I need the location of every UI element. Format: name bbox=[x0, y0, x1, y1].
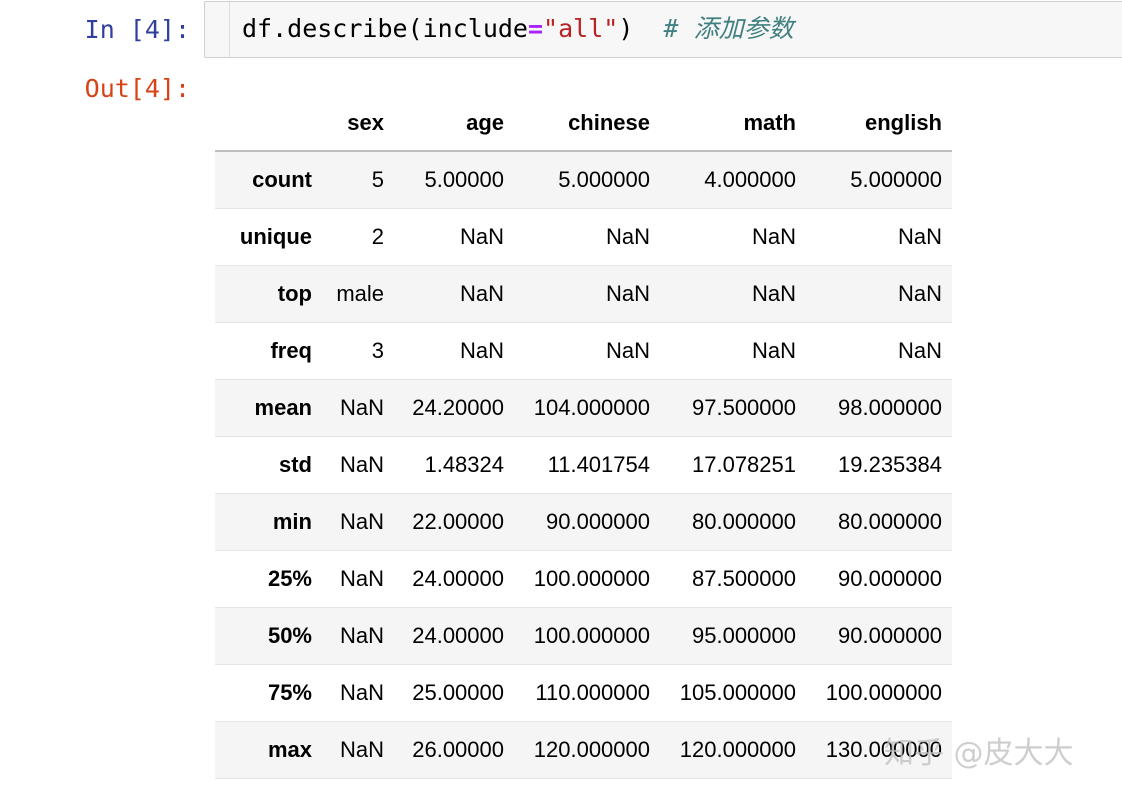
code-line[interactable]: df.describe(include="all") # 添加参数 bbox=[242, 14, 794, 44]
table-cell: NaN bbox=[322, 380, 394, 437]
table-cell: 4.000000 bbox=[660, 151, 806, 209]
row-label: 25% bbox=[215, 551, 322, 608]
table-cell: 3 bbox=[322, 323, 394, 380]
table-cell: NaN bbox=[514, 266, 660, 323]
table-cell: NaN bbox=[394, 323, 514, 380]
input-prompt: In [4]: bbox=[0, 15, 190, 44]
table-cell: 120.000000 bbox=[660, 722, 806, 779]
code-paren: ) bbox=[618, 14, 633, 43]
table-cell: NaN bbox=[322, 722, 394, 779]
table-row: min NaN 22.00000 90.000000 80.000000 80.… bbox=[215, 494, 952, 551]
table-cell: 24.00000 bbox=[394, 608, 514, 665]
row-label: max bbox=[215, 722, 322, 779]
table-cell: 104.000000 bbox=[514, 380, 660, 437]
table-row: mean NaN 24.20000 104.000000 97.500000 9… bbox=[215, 380, 952, 437]
table-cell: 1.48324 bbox=[394, 437, 514, 494]
table-cell: NaN bbox=[660, 323, 806, 380]
table-cell: 90.000000 bbox=[806, 551, 952, 608]
dataframe-table: sex age chinese math english count 5 5.0… bbox=[215, 96, 952, 779]
row-label: min bbox=[215, 494, 322, 551]
table-row: max NaN 26.00000 120.000000 120.000000 1… bbox=[215, 722, 952, 779]
header-cell-english: english bbox=[806, 96, 952, 151]
table-cell: 22.00000 bbox=[394, 494, 514, 551]
table-cell: NaN bbox=[394, 209, 514, 266]
code-call: df.describe(include bbox=[242, 14, 528, 43]
row-label: top bbox=[215, 266, 322, 323]
table-cell: 11.401754 bbox=[514, 437, 660, 494]
table-cell: 100.000000 bbox=[514, 551, 660, 608]
table-cell: 110.000000 bbox=[514, 665, 660, 722]
table-cell: NaN bbox=[514, 209, 660, 266]
table-row: freq 3 NaN NaN NaN NaN bbox=[215, 323, 952, 380]
table-cell: NaN bbox=[322, 494, 394, 551]
header-cell-chinese: chinese bbox=[514, 96, 660, 151]
header-cell-math: math bbox=[660, 96, 806, 151]
table-cell: 5.00000 bbox=[394, 151, 514, 209]
table-cell: 5 bbox=[322, 151, 394, 209]
table-cell: NaN bbox=[394, 266, 514, 323]
table-row: 25% NaN 24.00000 100.000000 87.500000 90… bbox=[215, 551, 952, 608]
table-cell: 97.500000 bbox=[660, 380, 806, 437]
table-row: count 5 5.00000 5.000000 4.000000 5.0000… bbox=[215, 151, 952, 209]
table-cell: 25.00000 bbox=[394, 665, 514, 722]
table-cell: 120.000000 bbox=[514, 722, 660, 779]
table-cell: 105.000000 bbox=[660, 665, 806, 722]
table-cell: NaN bbox=[806, 209, 952, 266]
table-cell: 100.000000 bbox=[514, 608, 660, 665]
table-cell: 90.000000 bbox=[514, 494, 660, 551]
table-cell: NaN bbox=[322, 608, 394, 665]
header-cell-age: age bbox=[394, 96, 514, 151]
row-label: freq bbox=[215, 323, 322, 380]
table-cell: 5.000000 bbox=[806, 151, 952, 209]
table-cell: 24.00000 bbox=[394, 551, 514, 608]
table-row: 75% NaN 25.00000 110.000000 105.000000 1… bbox=[215, 665, 952, 722]
table-cell: NaN bbox=[322, 551, 394, 608]
table-cell: 24.20000 bbox=[394, 380, 514, 437]
table-cell: 26.00000 bbox=[394, 722, 514, 779]
code-spacer bbox=[633, 14, 663, 43]
watermark: 知乎 @皮大大 bbox=[884, 728, 1074, 772]
table-row: top male NaN NaN NaN NaN bbox=[215, 266, 952, 323]
header-cell-sex: sex bbox=[322, 96, 394, 151]
cell-gutter bbox=[229, 2, 230, 57]
code-operator: = bbox=[528, 14, 543, 43]
row-label: mean bbox=[215, 380, 322, 437]
table-cell: 19.235384 bbox=[806, 437, 952, 494]
table-cell: male bbox=[322, 266, 394, 323]
table-row: unique 2 NaN NaN NaN NaN bbox=[215, 209, 952, 266]
output-prompt: Out[4]: bbox=[0, 74, 190, 103]
table-cell: 80.000000 bbox=[806, 494, 952, 551]
code-string: "all" bbox=[543, 14, 618, 43]
row-label: count bbox=[215, 151, 322, 209]
table-cell: 5.000000 bbox=[514, 151, 660, 209]
table-row: std NaN 1.48324 11.401754 17.078251 19.2… bbox=[215, 437, 952, 494]
row-label: 75% bbox=[215, 665, 322, 722]
table-cell: 17.078251 bbox=[660, 437, 806, 494]
table-row: 50% NaN 24.00000 100.000000 95.000000 90… bbox=[215, 608, 952, 665]
table-cell: NaN bbox=[322, 437, 394, 494]
code-input-cell[interactable]: df.describe(include="all") # 添加参数 bbox=[204, 1, 1122, 58]
table-cell: NaN bbox=[806, 323, 952, 380]
table-cell: NaN bbox=[322, 665, 394, 722]
table-cell: NaN bbox=[514, 323, 660, 380]
table-cell: 98.000000 bbox=[806, 380, 952, 437]
table-cell: 90.000000 bbox=[806, 608, 952, 665]
table-cell: NaN bbox=[660, 266, 806, 323]
code-comment: # 添加参数 bbox=[663, 14, 793, 43]
table-cell: NaN bbox=[660, 209, 806, 266]
table-cell: NaN bbox=[806, 266, 952, 323]
table-cell: 87.500000 bbox=[660, 551, 806, 608]
table-cell: 100.000000 bbox=[806, 665, 952, 722]
header-cell-index bbox=[215, 96, 322, 151]
table-header-row: sex age chinese math english bbox=[215, 96, 952, 151]
row-label: std bbox=[215, 437, 322, 494]
table-cell: 95.000000 bbox=[660, 608, 806, 665]
table-cell: 2 bbox=[322, 209, 394, 266]
table-cell: 80.000000 bbox=[660, 494, 806, 551]
row-label: 50% bbox=[215, 608, 322, 665]
row-label: unique bbox=[215, 209, 322, 266]
